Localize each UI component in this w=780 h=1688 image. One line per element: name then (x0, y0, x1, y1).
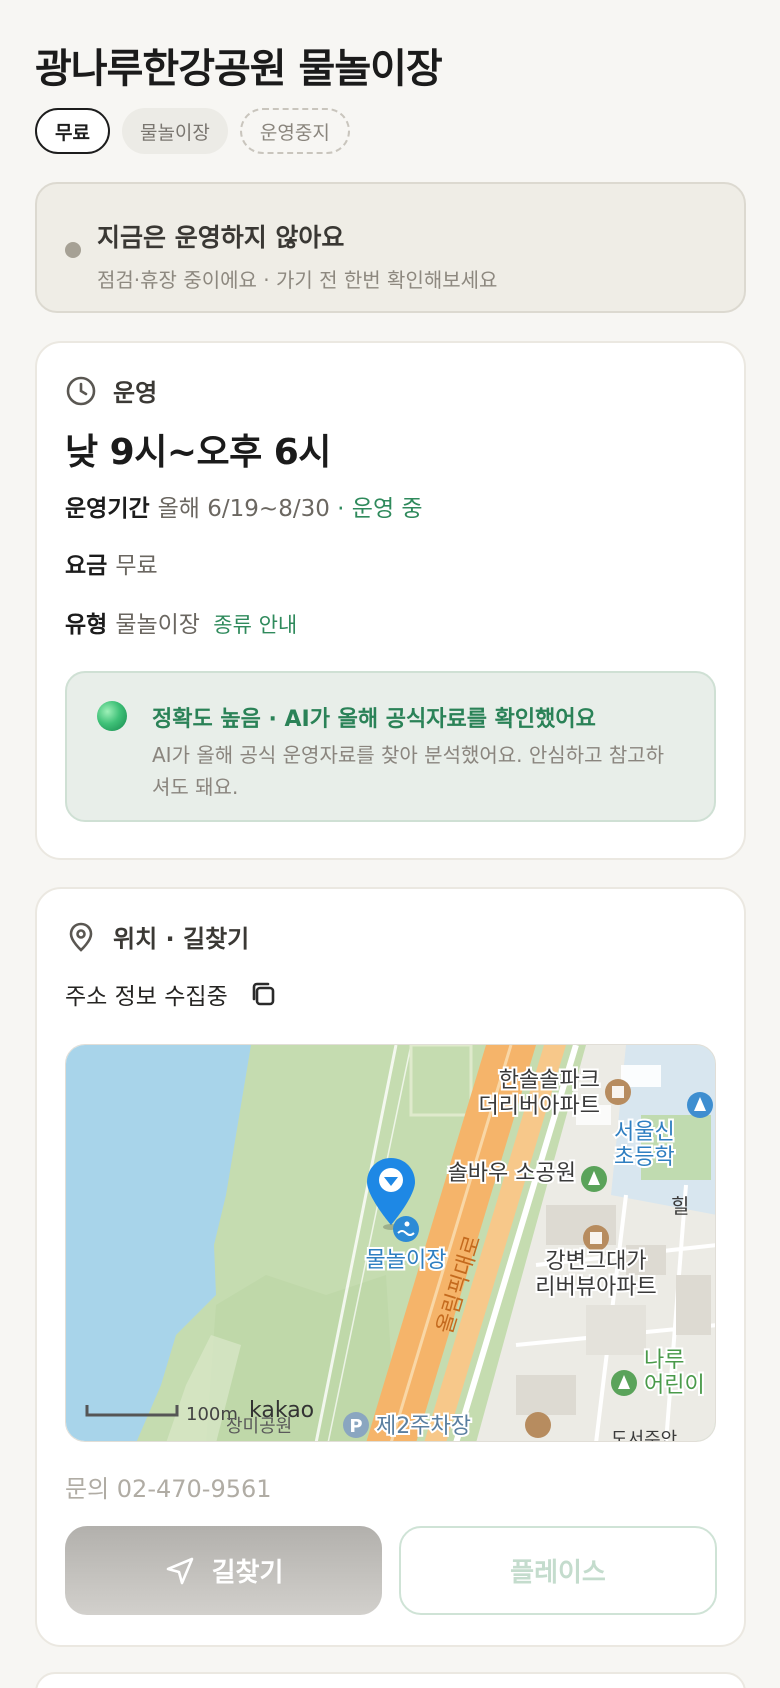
directions-button[interactable]: 길찾기 (65, 1526, 382, 1615)
type-label: 유형 (65, 612, 108, 638)
ai-confidence-title: 정확도 높음 · AI가 올해 공식자료를 확인했어요 (152, 707, 596, 732)
swim-icon (393, 1216, 419, 1242)
inquiry-phone[interactable]: 문의 02-470-9561 (65, 1469, 272, 1504)
period-status: · 운영 중 (337, 496, 423, 522)
period-value: 올해 6/19~8/30 (157, 496, 330, 522)
type-guide-link[interactable]: 종류 안내 (213, 613, 297, 637)
hours-section-label: 운영 (113, 379, 158, 407)
location-section-label: 위치 · 길찾기 (113, 925, 250, 953)
map-label-kid: 나루 (644, 1348, 684, 1373)
map-view[interactable]: P 한솔솔파크 더리버아파트 솔바우 소공원 서울신 초등학 강변그대가 리버뷰… (65, 1044, 716, 1442)
chip-status[interactable]: 운영중지 (239, 108, 350, 154)
map-label-school-b: 초등학 (614, 1145, 675, 1170)
type-row: 유형 물놀이장 종류 안내 (65, 605, 297, 639)
map-label-apt2: 강변그대가 (545, 1249, 646, 1274)
status-dot (65, 242, 81, 258)
map-label-edge: 힐 (671, 1194, 689, 1218)
period-label: 운영기간 (65, 496, 150, 522)
map-label-parking: 제2주차장 (376, 1414, 471, 1439)
copy-icon[interactable] (248, 979, 278, 1009)
map-label-apt2b: 리버뷰아파트 (535, 1275, 656, 1300)
navigation-arrow-icon (166, 1557, 193, 1584)
ai-orb-icon (97, 701, 127, 731)
operating-hours: 낮 9시~오후 6시 (65, 432, 331, 473)
map-label-school: 서울신 (614, 1120, 675, 1145)
fee-row: 요금 무료 (65, 546, 158, 580)
map-label-park: 솔바우 소공원 (448, 1161, 576, 1186)
location-card: 위치 · 길찾기 주소 정보 수집중 P 한솔솔파크 더리버아파트 솔바우 소공… (35, 887, 746, 1647)
status-subtitle: 점검·휴장 중이에요 · 가기 전 한번 확인해보세요 (97, 268, 498, 292)
map-label-kid-b: 어린이 (644, 1373, 705, 1398)
period-row: 운영기간 올해 6/19~8/30 · 운영 중 (65, 489, 423, 523)
ai-confidence-body: AI가 올해 공식 운영자료를 찾아 분석했어요. 안심하고 참고하셔도 돼요. (152, 743, 665, 799)
tag-chips: 무료 물놀이장 운영중지 (35, 108, 350, 154)
hours-section-header: 운영 (65, 373, 157, 408)
map-brand: kakao (249, 1398, 314, 1423)
place-button[interactable]: 플레이스 (399, 1526, 717, 1615)
fee-value: 무료 (115, 553, 158, 579)
next-card-edge (35, 1672, 746, 1688)
location-section-header: 위치 · 길찾기 (65, 919, 249, 954)
chip-free[interactable]: 무료 (35, 108, 110, 154)
map-label-edge-bottom: 도서주안 (611, 1429, 677, 1442)
directions-label: 길찾기 (211, 1558, 284, 1588)
svg-text:P: P (349, 1416, 362, 1437)
place-label: 플레이스 (510, 1558, 606, 1588)
map-label-apt1: 한솔솔파크 (499, 1068, 600, 1093)
clock-icon (66, 376, 96, 405)
type-value: 물놀이장 (115, 612, 200, 638)
hours-card: 운영 낮 9시~오후 6시 운영기간 올해 6/19~8/30 · 운영 중 요금… (35, 341, 746, 860)
address-row: 주소 정보 수집중 (65, 977, 278, 1011)
map-label-apt1b: 더리버아파트 (479, 1094, 600, 1119)
ai-confidence-box: 정확도 높음 · AI가 올해 공식자료를 확인했어요 AI가 올해 공식 운영… (65, 671, 716, 822)
page-title: 광나루한강공원 물놀이장 (35, 46, 443, 92)
chip-type[interactable]: 물놀이장 (121, 108, 228, 154)
status-title: 지금은 운영하지 않아요 (97, 223, 345, 252)
location-pin-icon (69, 922, 93, 952)
place-detail-page: 광나루한강공원 물놀이장 무료 물놀이장 운영중지 지금은 운영하지 않아요 점… (0, 0, 780, 1688)
fee-label: 요금 (65, 553, 108, 579)
map-label-pin: 물놀이장 (366, 1248, 447, 1273)
status-banner: 지금은 운영하지 않아요 점검·휴장 중이에요 · 가기 전 한번 확인해보세요 (35, 182, 746, 313)
address-text: 주소 정보 수집중 (65, 984, 228, 1010)
